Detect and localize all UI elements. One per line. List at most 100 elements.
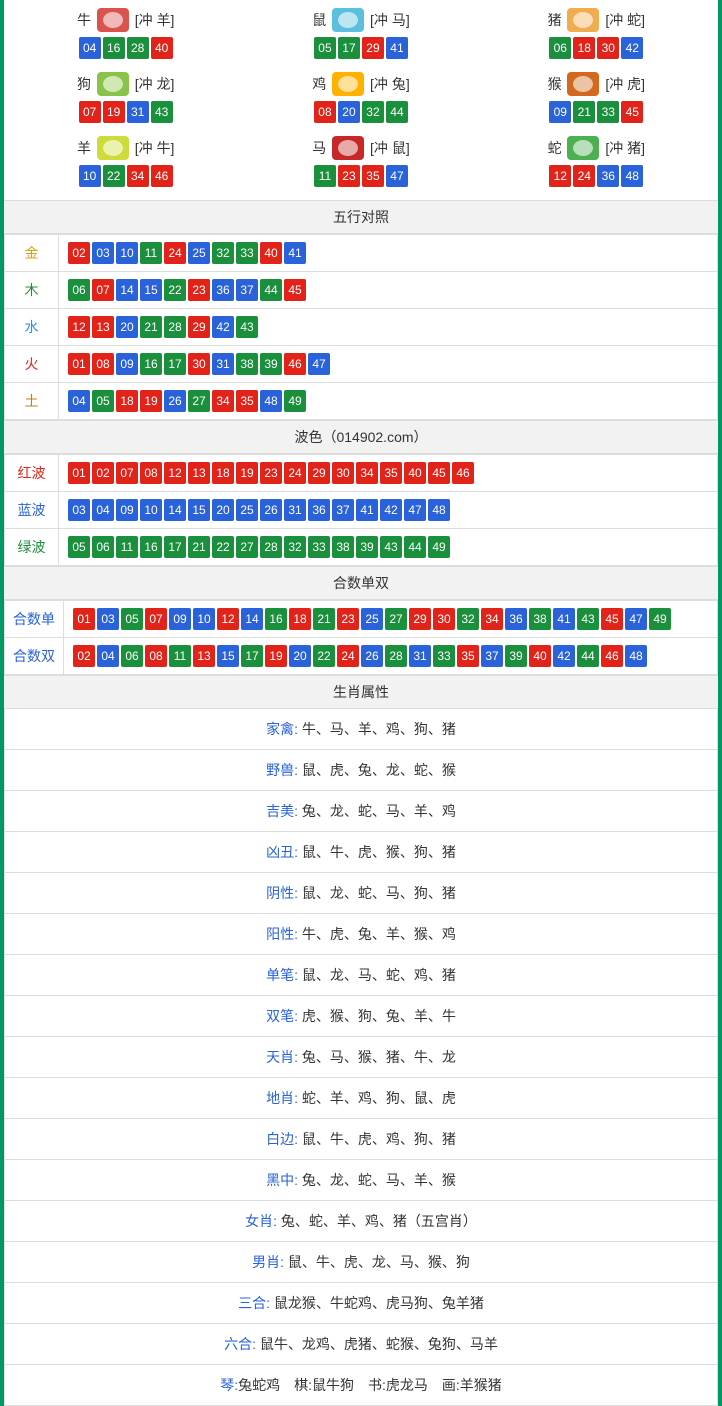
number-ball: 08 xyxy=(314,101,336,123)
attr-row: 男肖: 鼠、牛、虎、龙、马、猴、狗 xyxy=(4,1242,718,1283)
bose-table: 红波 0102070812131819232429303435404546 蓝波… xyxy=(4,454,718,566)
number-ball: 10 xyxy=(140,499,162,521)
number-ball: 05 xyxy=(121,608,143,630)
row-balls: 1213202128294243 xyxy=(59,309,718,346)
number-ball: 40 xyxy=(260,242,282,264)
number-ball: 01 xyxy=(68,353,90,375)
number-ball: 20 xyxy=(212,499,234,521)
bose-header: 波色（014902.com） xyxy=(4,420,718,454)
number-ball: 38 xyxy=(332,536,354,558)
number-ball: 30 xyxy=(433,608,455,630)
zodiac-clash: [冲 鼠] xyxy=(370,138,410,158)
number-ball: 41 xyxy=(284,242,306,264)
zodiac-name: 猴 xyxy=(548,74,562,94)
number-ball: 22 xyxy=(103,165,125,187)
zodiac-name: 马 xyxy=(312,138,326,158)
number-ball: 06 xyxy=(121,645,143,667)
number-ball: 16 xyxy=(140,353,162,375)
zodiac-icon xyxy=(97,8,129,32)
number-ball: 17 xyxy=(241,645,263,667)
number-ball: 19 xyxy=(103,101,125,123)
number-ball: 33 xyxy=(308,536,330,558)
number-ball: 10 xyxy=(193,608,215,630)
zodiac-clash: [冲 蛇] xyxy=(605,10,645,30)
number-ball: 18 xyxy=(573,37,595,59)
attr-key: 男肖: xyxy=(252,1254,284,1270)
number-ball: 22 xyxy=(212,536,234,558)
number-ball: 18 xyxy=(212,462,234,484)
attr-key: 地肖: xyxy=(266,1090,298,1106)
number-ball: 11 xyxy=(169,645,191,667)
attr-row: 三合: 鼠龙猴、牛蛇鸡、虎马狗、兔羊猪 xyxy=(4,1283,718,1324)
zodiac-balls: 09213345 xyxy=(479,100,714,124)
number-ball: 04 xyxy=(92,499,114,521)
wuxing-header: 五行对照 xyxy=(4,200,718,234)
attr-row: 六合: 鼠牛、龙鸡、虎猪、蛇猴、兔狗、马羊 xyxy=(4,1324,718,1365)
attr-key: 阴性: xyxy=(266,885,298,901)
number-ball: 30 xyxy=(597,37,619,59)
number-ball: 08 xyxy=(140,462,162,484)
number-ball: 14 xyxy=(116,279,138,301)
number-ball: 46 xyxy=(601,645,623,667)
number-ball: 11 xyxy=(314,165,336,187)
number-ball: 23 xyxy=(338,165,360,187)
number-ball: 39 xyxy=(356,536,378,558)
number-ball: 35 xyxy=(380,462,402,484)
attr-row: 白边: 鼠、牛、虎、鸡、狗、猪 xyxy=(4,1119,718,1160)
number-ball: 20 xyxy=(338,101,360,123)
number-ball: 11 xyxy=(116,536,138,558)
number-ball: 28 xyxy=(260,536,282,558)
number-ball: 45 xyxy=(284,279,306,301)
attr-key: 琴: xyxy=(220,1377,238,1393)
number-ball: 45 xyxy=(428,462,450,484)
attr-val: 鼠龙猴、牛蛇鸡、虎马狗、兔羊猪 xyxy=(270,1295,484,1311)
number-ball: 07 xyxy=(145,608,167,630)
attr-val: 鼠、虎、兔、龙、蛇、猴 xyxy=(298,762,456,778)
number-ball: 02 xyxy=(92,462,114,484)
number-ball: 24 xyxy=(573,165,595,187)
number-ball: 48 xyxy=(260,390,282,412)
number-ball: 39 xyxy=(505,645,527,667)
number-ball: 27 xyxy=(236,536,258,558)
number-ball: 25 xyxy=(236,499,258,521)
number-ball: 49 xyxy=(284,390,306,412)
number-ball: 19 xyxy=(236,462,258,484)
number-ball: 21 xyxy=(140,316,162,338)
number-ball: 18 xyxy=(116,390,138,412)
number-ball: 19 xyxy=(265,645,287,667)
zodiac-icon xyxy=(567,8,599,32)
attr-key: 双笔: xyxy=(266,1008,298,1024)
number-ball: 30 xyxy=(188,353,210,375)
number-ball: 34 xyxy=(212,390,234,412)
number-ball: 07 xyxy=(116,462,138,484)
number-ball: 47 xyxy=(308,353,330,375)
number-ball: 06 xyxy=(68,279,90,301)
table-row: 蓝波 03040910141520252631363741424748 xyxy=(5,492,718,529)
number-ball: 26 xyxy=(260,499,282,521)
attr-row: 吉美: 兔、龙、蛇、马、羊、鸡 xyxy=(4,791,718,832)
number-ball: 18 xyxy=(289,608,311,630)
number-ball: 21 xyxy=(573,101,595,123)
zodiac-name: 牛 xyxy=(77,10,91,30)
number-ball: 41 xyxy=(553,608,575,630)
number-ball: 29 xyxy=(409,608,431,630)
row-label: 红波 xyxy=(5,455,59,492)
number-ball: 03 xyxy=(97,608,119,630)
attr-val: 兔、龙、蛇、马、羊、猴 xyxy=(298,1172,456,1188)
attr-row: 天肖: 兔、马、猴、猪、牛、龙 xyxy=(4,1037,718,1078)
attr-val: 牛、虎、兔、羊、猴、鸡 xyxy=(298,926,456,942)
number-ball: 37 xyxy=(481,645,503,667)
number-ball: 45 xyxy=(601,608,623,630)
number-ball: 16 xyxy=(103,37,125,59)
number-ball: 23 xyxy=(188,279,210,301)
attr-row: 地肖: 蛇、羊、鸡、狗、鼠、虎 xyxy=(4,1078,718,1119)
number-ball: 07 xyxy=(79,101,101,123)
number-ball: 01 xyxy=(73,608,95,630)
number-ball: 04 xyxy=(68,390,90,412)
number-ball: 08 xyxy=(92,353,114,375)
number-ball: 26 xyxy=(361,645,383,667)
number-ball: 12 xyxy=(164,462,186,484)
row-label: 木 xyxy=(5,272,59,309)
number-ball: 40 xyxy=(151,37,173,59)
zodiac-name: 鼠 xyxy=(312,10,326,30)
